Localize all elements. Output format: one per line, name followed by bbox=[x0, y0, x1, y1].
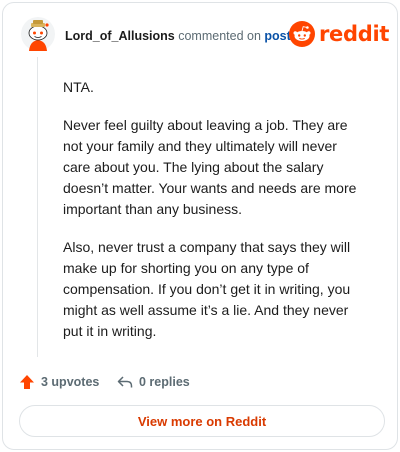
comment-body: NTA. Never feel guilty about leaving a j… bbox=[63, 77, 363, 359]
reddit-logo-icon bbox=[289, 21, 315, 47]
reply-arrow-icon bbox=[117, 376, 133, 388]
post-link[interactable]: post bbox=[264, 29, 290, 43]
reddit-brand[interactable]: reddit bbox=[289, 21, 389, 49]
upvote-count: 3 upvotes bbox=[41, 375, 100, 389]
upvote-arrow-icon bbox=[20, 375, 34, 389]
comment-paragraph: Also, never trust a company that says th… bbox=[63, 239, 351, 339]
author-line: Lord_of_Allusions commented on post bbox=[65, 28, 291, 44]
comment-paragraph: NTA. bbox=[63, 79, 94, 95]
upvote-button[interactable]: 3 upvotes bbox=[19, 371, 99, 393]
embedded-comment-card: Lord_of_Allusions commented on post redd… bbox=[2, 2, 398, 450]
comment-paragraph: Never feel guilty about leaving a job. T… bbox=[63, 117, 357, 217]
reply-count: 0 replies bbox=[139, 375, 190, 389]
reply-button[interactable]: 0 replies bbox=[117, 371, 190, 393]
author-name[interactable]: Lord_of_Allusions bbox=[65, 29, 175, 43]
comment-header: Lord_of_Allusions commented on post redd… bbox=[19, 17, 389, 57]
view-more-button[interactable]: View more on Reddit bbox=[19, 405, 385, 437]
user-avatar[interactable] bbox=[21, 17, 55, 51]
brand-name: reddit bbox=[319, 22, 390, 46]
thread-line bbox=[37, 57, 38, 357]
commented-on-text: commented on bbox=[178, 29, 261, 43]
